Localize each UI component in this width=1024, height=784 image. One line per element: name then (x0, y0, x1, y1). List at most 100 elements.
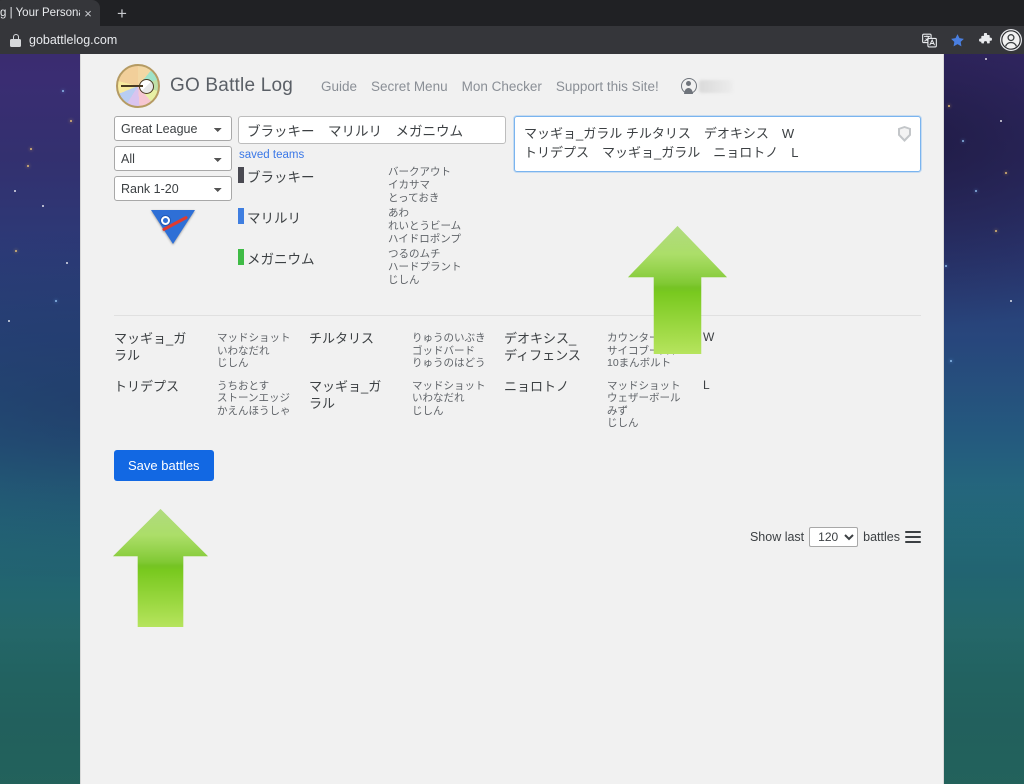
battle-mon-1: マッギョ_ガ ラル (114, 331, 187, 363)
lock-icon (10, 33, 21, 47)
move: じしん (607, 417, 639, 429)
log-line-2: トリデプス マッギョ_ガラル ニョロトノ L (524, 145, 799, 160)
battle-mon-3: ニョロトノ (504, 378, 570, 394)
user-account[interactable] (680, 78, 733, 94)
team-input[interactable] (238, 116, 506, 144)
battles-table: マッギョ_ガ ラル マッドショット いわなだれ じしん チルタリス りゅうのいぶ… (81, 316, 943, 430)
page-content: GO Battle Log Guide Secret Menu Mon Chec… (80, 54, 944, 784)
move: マッドショット (217, 332, 291, 344)
move: みず (607, 404, 628, 417)
translate-icon[interactable] (916, 27, 942, 53)
battle-count-select[interactable]: 120 (809, 526, 859, 547)
move: バークアウト (388, 166, 451, 178)
account-icon (680, 78, 697, 94)
team-member: メガニウム つるのムチ ハードプラント じしん (238, 248, 508, 287)
move: マッドショット (607, 379, 681, 392)
team-member-name-wrap: ブラッキー (238, 166, 388, 205)
type-color-bar (238, 167, 244, 183)
filter-select[interactable]: All (114, 146, 232, 171)
team-member-moves: あわ れいとうビーム ハイドロポンプ (388, 207, 461, 246)
battle-mon-2: マッギョ_ガ ラル (309, 378, 382, 411)
battle-result: W (703, 330, 715, 344)
battle-mon-3: デオキシス_ ディフェンス (504, 331, 581, 363)
move: ストーンエッジ (217, 392, 290, 404)
nav-link-mon-checker[interactable]: Mon Checker (462, 79, 542, 94)
nav-link-support[interactable]: Support this Site! (556, 79, 659, 94)
move: マッドショット (412, 379, 486, 392)
move: ハイドロポンプ (388, 233, 461, 245)
show-last-controls: Show last 120 battles (81, 481, 943, 547)
puzzle-icon[interactable] (972, 27, 998, 53)
tab-title: g | Your Personal Ba (0, 7, 80, 19)
team-member-name-wrap: マリルリ (238, 207, 388, 246)
save-battles-button[interactable]: Save battles (114, 449, 214, 481)
move: サイコブースト (607, 344, 680, 357)
battle-moves-2: りゅうのいぶき ゴッドバード りゅうのはどう (412, 330, 504, 370)
battles-label: battles (863, 529, 900, 544)
battle-result: L (703, 377, 710, 392)
shield-icon (898, 126, 911, 142)
page-viewport: GO Battle Log Guide Secret Menu Mon Chec… (0, 54, 1024, 784)
toolbar-actions (916, 27, 1022, 53)
move: とっておき (388, 192, 440, 204)
move: うちおとす (217, 379, 270, 392)
log-line-1: マッギョ_ガラル チルタリス デオキシス W (524, 126, 795, 141)
battle-mon-1: トリデプス (114, 378, 180, 394)
site-logo-icon (116, 64, 160, 108)
move: れいとうビーム (388, 220, 462, 232)
battle-log-input[interactable]: マッギョ_ガラル チルタリス デオキシス W トリデプス マッギョ_ガラル ニョ… (514, 116, 921, 172)
username-redacted (698, 79, 733, 93)
star-icon[interactable] (944, 27, 970, 53)
team-member-moves: つるのムチ ハードプラント じしん (388, 248, 462, 287)
move: イカサマ (388, 179, 430, 191)
battle-moves-1: うちおとす ストーンエッジ かえんほうしゃ (217, 378, 309, 430)
move: りゅうのはどう (412, 357, 486, 369)
hamburger-menu-icon[interactable] (905, 528, 921, 546)
move: じしん (412, 404, 444, 417)
tab-strip: g | Your Personal Ba × + (0, 0, 1024, 26)
type-color-bar (238, 249, 244, 265)
battle-mon-2: チルタリス (309, 331, 375, 346)
address-bar[interactable]: gobattlelog.com (8, 29, 916, 51)
new-tab-button[interactable]: + (112, 5, 132, 22)
table-row: マッギョ_ガ ラル マッドショット いわなだれ じしん チルタリス りゅうのいぶ… (114, 330, 921, 370)
browser-toolbar: gobattlelog.com (0, 26, 1024, 54)
move: じしん (217, 357, 249, 369)
browser-tab[interactable]: g | Your Personal Ba × (0, 0, 100, 26)
team-member: ブラッキー バークアウト イカサマ とっておき (238, 166, 508, 205)
profile-avatar-icon[interactable] (1000, 29, 1022, 51)
team-member-name: マリルリ (247, 211, 301, 226)
browser-window: g | Your Personal Ba × + gobattlelog.com (0, 0, 1024, 784)
move: カウンター (607, 332, 660, 344)
move: いわなだれ (217, 344, 270, 357)
battle-moves-3: マッドショット ウェザーボール みず じしん (607, 378, 699, 430)
site-nav: Guide Secret Menu Mon Checker Support th… (321, 78, 733, 94)
rank-select[interactable]: Rank 1-20 (114, 176, 232, 201)
site-header: GO Battle Log Guide Secret Menu Mon Chec… (81, 54, 943, 116)
team-member-name-wrap: メガニウム (238, 248, 388, 287)
team-column: saved teams ブラッキー バークアウト イカサマ とっておき (238, 116, 508, 289)
team-member-name: ブラッキー (247, 170, 315, 185)
league-select[interactable]: Great League (114, 116, 232, 141)
team-member: マリルリ あわ れいとうビーム ハイドロポンプ (238, 207, 508, 246)
brand-title: GO Battle Log (170, 75, 294, 96)
table-row: トリデプス うちおとす ストーンエッジ かえんほうしゃ マッギョ_ガ ラル マッ… (114, 378, 921, 430)
close-icon[interactable]: × (80, 7, 96, 20)
move: ハードプラント (388, 261, 462, 273)
log-column: マッギョ_ガラル チルタリス デオキシス W トリデプス マッギョ_ガラル ニョ… (514, 116, 943, 289)
saved-teams-link[interactable]: saved teams (239, 149, 508, 161)
move: りゅうのいぶき (412, 332, 486, 344)
nav-link-guide[interactable]: Guide (321, 79, 357, 94)
move: つるのムチ (388, 248, 441, 260)
move: ゴッドバード (412, 344, 475, 357)
nav-link-secret-menu[interactable]: Secret Menu (371, 79, 448, 94)
move: ウェザーボール (607, 392, 681, 404)
move: あわ (388, 207, 409, 219)
great-league-badge-icon (114, 206, 232, 244)
show-last-label: Show last (749, 529, 805, 544)
team-member-name: メガニウム (247, 252, 315, 267)
type-color-bar (238, 208, 244, 224)
team-member-moves: バークアウト イカサマ とっておき (388, 166, 451, 205)
move: じしん (388, 274, 420, 286)
move: いわなだれ (412, 392, 465, 404)
